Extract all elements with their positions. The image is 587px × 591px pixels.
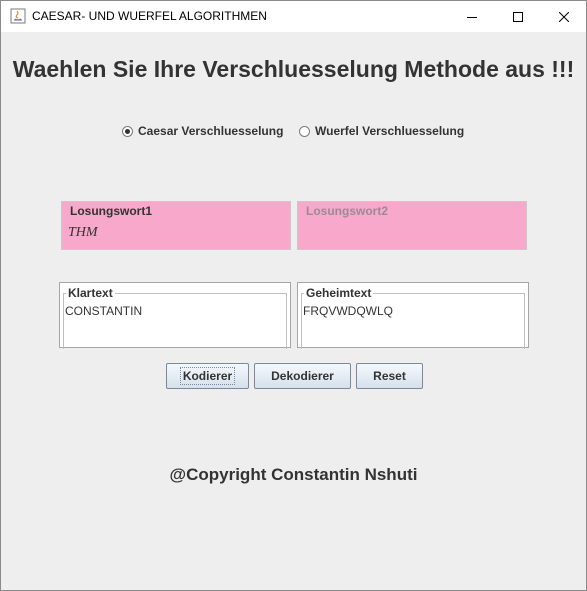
keyword2-label: Losungswort2 xyxy=(306,204,389,218)
plaintext-value[interactable]: CONSTANTIN xyxy=(65,304,142,318)
plaintext-label: Klartext xyxy=(66,286,115,300)
ciphertext-area[interactable]: Geheimtext FRQVWDQWLQ xyxy=(297,282,529,349)
ciphertext-value[interactable]: FRQVWDQWLQ xyxy=(303,304,393,318)
encode-button-label: Kodierer xyxy=(179,367,236,385)
radio-wuerfel[interactable]: Wuerfel Verschluesselung xyxy=(299,124,464,138)
app-window: CAESAR- UND WUERFEL ALGORITHMEN Waehlen … xyxy=(0,0,587,591)
radio-caesar[interactable]: Caesar Verschluesselung xyxy=(122,124,283,138)
decode-button-label: Dekodierer xyxy=(271,369,334,383)
minimize-icon xyxy=(467,16,477,18)
ciphertext-label: Geheimtext xyxy=(304,286,374,300)
copyright-text: @Copyright Constantin Nshuti xyxy=(169,465,418,484)
maximize-icon xyxy=(513,11,523,22)
minimize-button[interactable] xyxy=(449,1,495,32)
ciphertext-frame xyxy=(301,293,525,349)
radio-button-caesar[interactable] xyxy=(122,125,133,137)
encode-button[interactable]: Kodierer xyxy=(166,363,249,389)
page-heading: Waehlen Sie Ihre Verschluesselung Method… xyxy=(12,56,575,82)
close-icon xyxy=(559,11,569,22)
keyword1-field[interactable]: Losungswort1 THM xyxy=(61,201,291,250)
java-app-icon xyxy=(10,8,26,24)
maximize-button[interactable] xyxy=(495,1,541,32)
keyword1-label: Losungswort1 xyxy=(70,204,153,218)
plaintext-area[interactable]: Klartext CONSTANTIN xyxy=(59,282,291,349)
radio-wuerfel-label: Wuerfel Verschluesselung xyxy=(315,124,465,138)
reset-button[interactable]: Reset xyxy=(356,363,423,389)
radio-caesar-label: Caesar Verschluesselung xyxy=(138,124,284,138)
title-bar: CAESAR- UND WUERFEL ALGORITHMEN xyxy=(1,1,586,32)
close-button[interactable] xyxy=(541,1,587,32)
plaintext-frame xyxy=(63,293,287,349)
reset-button-label: Reset xyxy=(373,369,406,383)
window-title: CAESAR- UND WUERFEL ALGORITHMEN xyxy=(32,9,267,23)
keyword2-field[interactable]: Losungswort2 xyxy=(297,201,527,250)
keyword1-value[interactable]: THM xyxy=(68,225,98,241)
radio-button-wuerfel[interactable] xyxy=(299,125,310,137)
decode-button[interactable]: Dekodierer xyxy=(254,363,351,389)
